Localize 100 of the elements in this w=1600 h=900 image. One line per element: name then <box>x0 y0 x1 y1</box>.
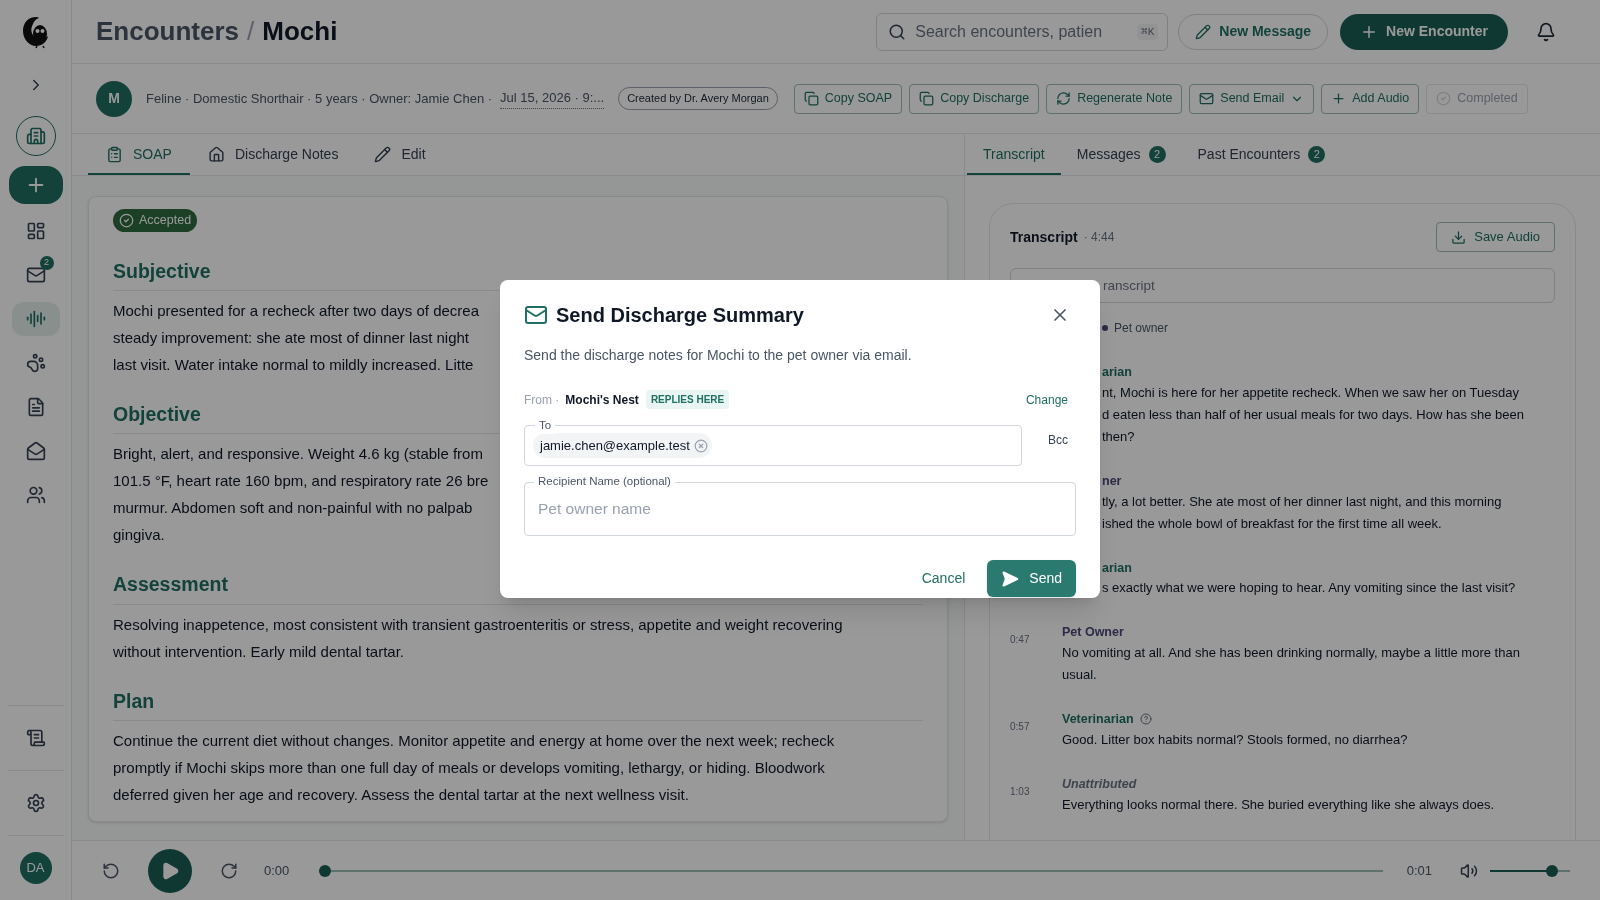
clipboard-icon <box>106 145 123 163</box>
note-text: Resolving inappetence, most consistent with transient gastroenteritis or stress, appetite and weight recovering <box>113 614 843 635</box>
paw-icon <box>25 353 46 373</box>
transcript-text: ished the whole bowl of breakfast for the first time all week. <box>1102 514 1442 533</box>
transcript-search-field[interactable]: ranscript <box>1010 268 1555 303</box>
check-circle-icon <box>1436 91 1452 106</box>
toolbar-button[interactable]: Send Email <box>1189 83 1315 114</box>
speaker-label: Veterinarian <box>1062 711 1134 728</box>
duration-label: · 4:44 <box>1083 229 1115 246</box>
note-tab[interactable]: Discharge Notes <box>189 135 357 175</box>
user-avatar[interactable]: DA <box>19 852 52 884</box>
house-icon <box>207 145 225 163</box>
toolbar-button[interactable]: Add Audio <box>1321 83 1420 114</box>
elapsed-time: 0:00 <box>264 861 290 880</box>
grid-icon <box>25 221 46 241</box>
play-icon <box>160 860 180 881</box>
speaker-label: arian <box>1102 364 1132 381</box>
timestamp[interactable]: 1:03 <box>1010 785 1030 797</box>
transcript-text: s exactly what we were hoping to hear. Any vomiting since the last visit? <box>1102 579 1516 598</box>
transcript-text: Good. Litter box habits normal? Stools formed, no diarrhea? <box>1062 730 1409 749</box>
shortcut-hint: ⌘K <box>1137 23 1159 40</box>
patient-avatar: M <box>96 80 132 117</box>
settings-icon <box>25 793 46 813</box>
waveform-icon <box>25 309 46 329</box>
mail-icon <box>25 265 46 285</box>
mail-icon <box>1199 91 1215 106</box>
panel-tab[interactable]: Messages 2 <box>1060 135 1182 175</box>
note-text: last visit. Water intake normal to mildly increased. Litte <box>113 355 474 376</box>
transcript-text: nt, Mochi is here for her appetite recheck. When we saw her on Tuesday <box>1102 383 1519 402</box>
count-badge: 2 <box>39 256 54 270</box>
check-icon <box>119 212 134 228</box>
sidebar-item[interactable]: 2 <box>11 258 60 292</box>
volume-track[interactable] <box>1490 864 1570 877</box>
new-encounter-button[interactable]: New Encounter <box>1340 13 1508 50</box>
volume-icon[interactable] <box>1460 861 1478 880</box>
note-text: gingiva. <box>113 525 165 546</box>
toolbar-button[interactable]: Copy Discharge <box>909 83 1040 114</box>
copy-icon <box>919 91 935 106</box>
people-icon <box>25 485 46 505</box>
plus-icon <box>1331 91 1347 106</box>
timestamp[interactable]: 0:47 <box>1010 634 1030 646</box>
transcript-text: tly, a lot better. She ate most of her dinner last night, and this morning <box>1102 492 1502 511</box>
note-text: promptly if Mochi skips more than one full day of meals or develops vomiting, lethargy, or hiding. Bloodwork <box>113 757 825 778</box>
speaker-label: Unattributed <box>1062 775 1137 793</box>
play-button[interactable] <box>148 848 192 893</box>
timestamp[interactable]: 0:57 <box>1010 721 1030 732</box>
panel-tab[interactable]: Past Encounters 2 <box>1181 135 1342 175</box>
count-badge: 2 <box>1148 145 1166 163</box>
transcript-text: No vomiting at all. And she has been drinking normally, maybe a little more than usual. <box>1062 644 1521 684</box>
count-badge: 2 <box>1308 145 1326 163</box>
forward-icon[interactable] <box>220 861 238 880</box>
envelope-icon <box>25 441 46 461</box>
status-badge: Accepted <box>113 209 198 232</box>
page-title: Mochi <box>262 15 338 48</box>
speaker-label: ner <box>1102 472 1122 490</box>
rewind-icon[interactable] <box>102 861 120 880</box>
help-icon[interactable] <box>1139 713 1152 726</box>
pencil-icon <box>374 145 392 163</box>
send-icon <box>1001 569 1020 588</box>
note-text: steady improvement: she ate most of dinner last night <box>113 328 469 349</box>
note-text: Bright, alert, and responsive. Weight 4.6 kg (stable from <box>113 444 483 465</box>
sidebar-item[interactable] <box>11 302 60 336</box>
note-tab[interactable]: Edit <box>356 135 444 175</box>
replies-badge: REPLIES HERE <box>645 390 730 409</box>
note-text: murmur. Abdomen soft and non-painful with no palpab <box>113 498 473 519</box>
note-text: Continue the current diet without changes. Monitor appetite and energy at home over the next week; recheck <box>113 730 835 751</box>
breadcrumb-link[interactable]: Encounters <box>96 12 240 51</box>
toolbar-button[interactable]: Regenerate Note <box>1046 83 1183 114</box>
legend-label: Pet owner <box>1114 320 1169 337</box>
panel-tab[interactable]: Transcript <box>967 135 1061 175</box>
dialog-title: Send Discharge Summary <box>556 303 804 328</box>
note-text: 101.5 °F, heart rate 160 bpm, and respiratory rate 26 bre <box>113 471 489 492</box>
dialog-description: Send the discharge notes for Mochi to the pet owner via email. <box>524 346 913 365</box>
volume-thumb[interactable] <box>1546 864 1559 877</box>
send-button[interactable]: Send <box>987 560 1076 597</box>
transcript-text: then? <box>1102 427 1135 446</box>
progress-track[interactable] <box>319 864 1383 877</box>
toolbar-button[interactable]: Copy SOAP <box>793 83 903 114</box>
mail-icon <box>524 303 548 327</box>
bcc-link[interactable]: Bcc <box>1048 431 1068 449</box>
section-heading: Plan <box>113 686 923 721</box>
date-link[interactable]: Jul 15, 2026 · 9:... <box>500 88 605 109</box>
bell-icon[interactable] <box>1536 21 1556 42</box>
progress-thumb[interactable] <box>319 864 332 877</box>
speaker-label: arian <box>1102 559 1132 577</box>
search-icon <box>888 22 907 41</box>
change-link[interactable]: Change <box>1025 390 1068 409</box>
pencil-icon <box>1195 23 1212 40</box>
note-text: deferred given her age and recovery. Assess the dental tartar at the next wellness visit. <box>113 784 689 805</box>
total-time: 0:01 <box>1406 861 1432 880</box>
save-audio-button[interactable]: Save Audio <box>1436 222 1555 252</box>
note-text: without intervention. Early mild dental tartar. <box>113 641 404 662</box>
recipient-chip[interactable]: jamie.chen@example.test <box>533 433 712 458</box>
download-icon <box>1451 229 1467 245</box>
refresh-icon <box>1056 91 1072 106</box>
transcript-title: Transcript <box>1010 227 1078 247</box>
new-button[interactable] <box>8 166 63 204</box>
transcript-text: Everything looks normal there. She buried everything like she always does. <box>1062 795 1496 814</box>
breadcrumb-separator: / <box>247 15 255 48</box>
patient-details: Feline · Domestic Shorthair · 5 years · Owner: Jamie Chen · <box>146 89 493 108</box>
